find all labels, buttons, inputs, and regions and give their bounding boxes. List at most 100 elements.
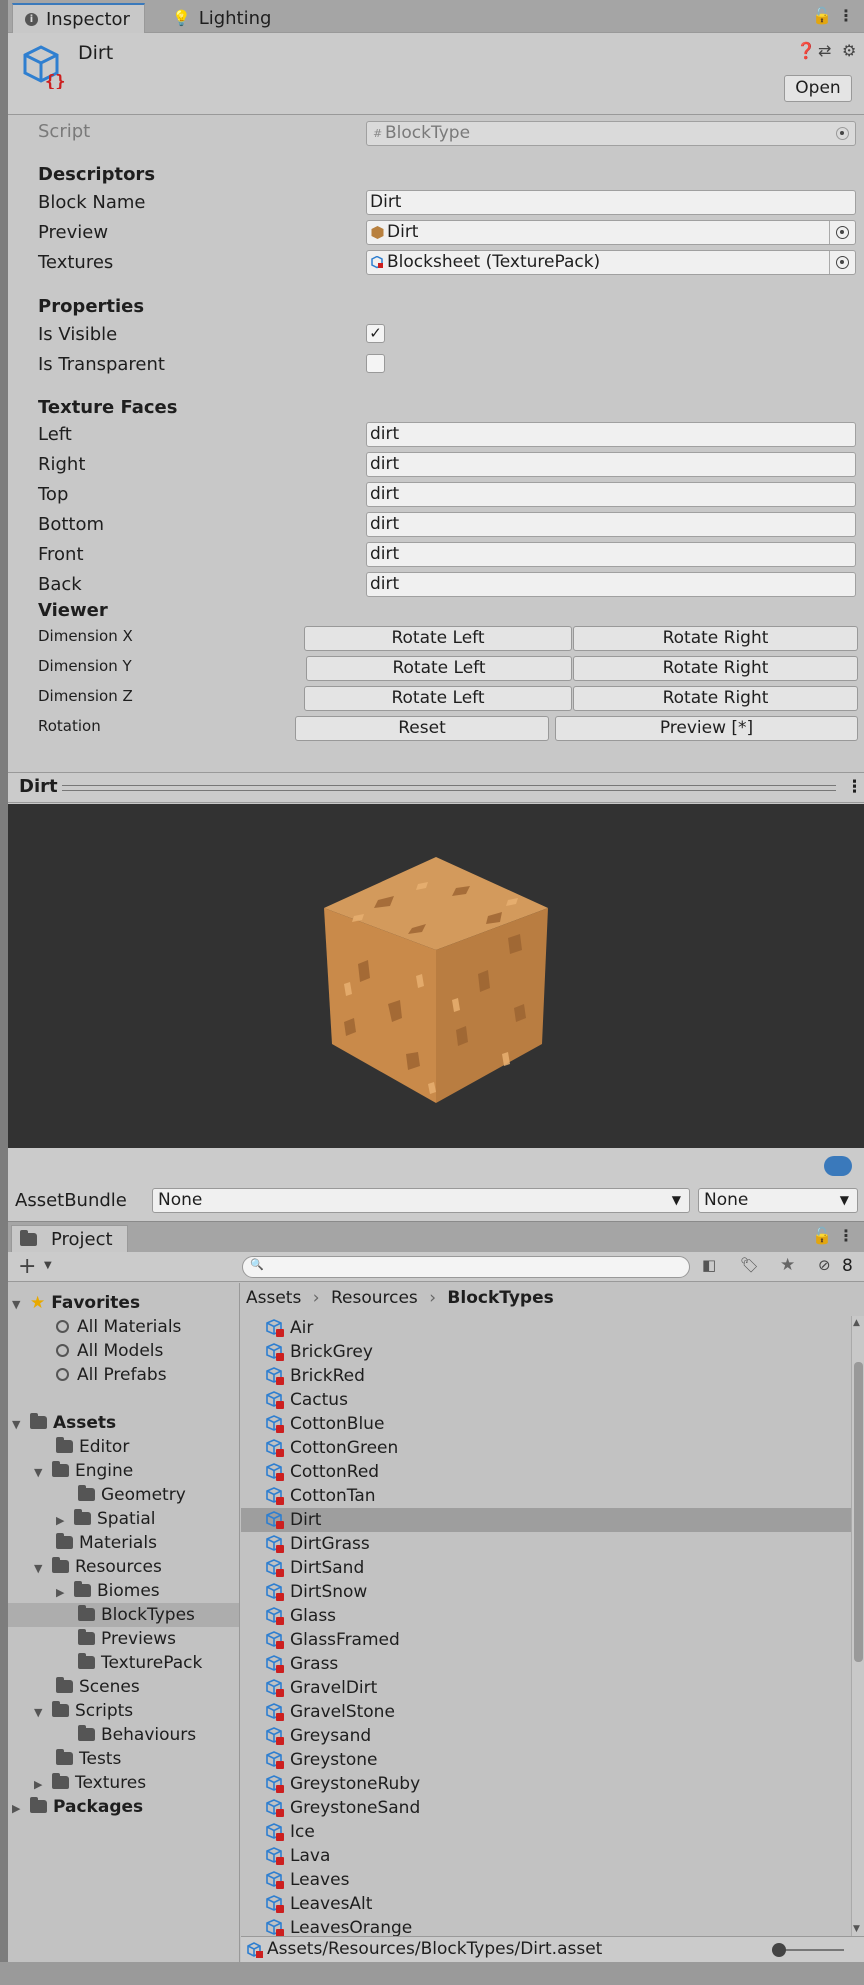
help-icon[interactable]: ❓: [796, 41, 816, 60]
is-transparent-checkbox[interactable]: [366, 354, 385, 373]
preview-header[interactable]: Dirt ⋮: [8, 772, 864, 803]
face-top-field[interactable]: dirt: [366, 482, 856, 507]
asset-list-item[interactable]: CottonRed: [241, 1460, 851, 1484]
asset-list-item[interactable]: Glass: [241, 1604, 851, 1628]
reset-button[interactable]: Reset: [295, 716, 549, 741]
chevron-down-icon[interactable]: ▼: [12, 1413, 26, 1437]
preview-refresh-button[interactable]: Preview [*]: [555, 716, 858, 741]
more-menu-icon[interactable]: ⋮: [838, 6, 854, 25]
face-right-field[interactable]: dirt: [366, 452, 856, 477]
tree-item-texturepack[interactable]: TexturePack: [8, 1651, 239, 1675]
chevron-right-icon[interactable]: ▶: [56, 1509, 70, 1533]
asset-list-item[interactable]: GravelDirt: [241, 1676, 851, 1700]
scroll-up-icon[interactable]: ▲: [853, 1318, 860, 1328]
open-button[interactable]: Open: [784, 75, 852, 102]
tree-item-all-materials[interactable]: All Materials: [8, 1315, 239, 1339]
tree-item-biomes[interactable]: ▶ Biomes: [8, 1579, 239, 1603]
asset-list-item[interactable]: GlassFramed: [241, 1628, 851, 1652]
dimension-z-rotate-left-button[interactable]: Rotate Left: [304, 686, 572, 711]
asset-list-item[interactable]: GravelStone: [241, 1700, 851, 1724]
asset-list-item[interactable]: CottonBlue: [241, 1412, 851, 1436]
dimension-x-rotate-left-button[interactable]: Rotate Left: [304, 626, 572, 651]
scrollbar-thumb[interactable]: [854, 1362, 863, 1662]
asset-list-item[interactable]: DirtGrass: [241, 1532, 851, 1556]
asset-list-item[interactable]: CottonTan: [241, 1484, 851, 1508]
tree-item-scripts[interactable]: ▼ Scripts: [8, 1699, 239, 1725]
script-field[interactable]: # BlockType: [366, 121, 856, 146]
tree-item-favorites[interactable]: ▼ ★ Favorites: [8, 1291, 239, 1317]
search-by-label-icon[interactable]: 🏷: [740, 1256, 759, 1274]
preview-menu-icon[interactable]: ⋮: [846, 777, 863, 797]
asset-list-item[interactable]: DirtSand: [241, 1556, 851, 1580]
asset-list-item[interactable]: Ice: [241, 1820, 851, 1844]
icon-size-slider-knob[interactable]: [772, 1943, 786, 1957]
asset-list-item[interactable]: Dirt: [241, 1508, 851, 1532]
chevron-down-icon[interactable]: ▼: [12, 1293, 26, 1317]
chevron-down-icon[interactable]: ▼: [44, 1260, 52, 1271]
assetbundle-variant-dropdown[interactable]: None ▼: [698, 1188, 858, 1213]
tree-item-engine[interactable]: ▼ Engine: [8, 1459, 239, 1485]
asset-list-item[interactable]: Grass: [241, 1652, 851, 1676]
tab-inspector[interactable]: i Inspector: [12, 3, 145, 33]
preset-icon[interactable]: ⇄: [818, 41, 831, 60]
face-left-field[interactable]: dirt: [366, 422, 856, 447]
block-preview-viewport[interactable]: [8, 804, 864, 1148]
asset-list-item[interactable]: DirtSnow: [241, 1580, 851, 1604]
asset-list-item[interactable]: BrickGrey: [241, 1340, 851, 1364]
tree-item-previews[interactable]: Previews: [8, 1627, 239, 1651]
asset-list-item[interactable]: Leaves: [241, 1868, 851, 1892]
preview-picker-icon[interactable]: [829, 221, 855, 244]
scroll-down-icon[interactable]: ▼: [853, 1924, 860, 1934]
asset-list-item[interactable]: GreystoneRuby: [241, 1772, 851, 1796]
tree-item-resources[interactable]: ▼ Resources: [8, 1555, 239, 1581]
dimension-y-rotate-right-button[interactable]: Rotate Right: [573, 656, 858, 681]
asset-list-item[interactable]: BrickRed: [241, 1364, 851, 1388]
tree-item-blocktypes[interactable]: BlockTypes: [8, 1603, 239, 1627]
face-bottom-field[interactable]: dirt: [366, 512, 856, 537]
block-name-field[interactable]: Dirt: [366, 190, 856, 215]
chevron-right-icon[interactable]: ▶: [12, 1797, 26, 1821]
textures-field[interactable]: Blocksheet (TexturePack): [366, 250, 856, 275]
lock-icon[interactable]: 🔓: [812, 6, 832, 25]
chevron-right-icon[interactable]: ▶: [34, 1773, 48, 1797]
tree-item-behaviours[interactable]: Behaviours: [8, 1723, 239, 1747]
asset-list-item[interactable]: Cactus: [241, 1388, 851, 1412]
asset-list-scrollbar[interactable]: ▲ ▼: [851, 1316, 864, 1936]
chevron-down-icon[interactable]: ▼: [34, 1557, 48, 1581]
lock-icon[interactable]: 🔓: [812, 1226, 832, 1245]
asset-list-item[interactable]: LeavesOrange: [241, 1916, 851, 1936]
chevron-down-icon[interactable]: ▼: [34, 1461, 48, 1485]
tree-item-all-models[interactable]: All Models: [8, 1339, 239, 1363]
breadcrumb-blocktypes[interactable]: BlockTypes: [447, 1288, 553, 1308]
tree-item-assets[interactable]: ▼ Assets: [8, 1411, 239, 1437]
breadcrumb-assets[interactable]: Assets: [246, 1288, 301, 1308]
asset-list-item[interactable]: Greystone: [241, 1748, 851, 1772]
assetbundle-name-dropdown[interactable]: None ▼: [152, 1188, 690, 1213]
dimension-x-rotate-right-button[interactable]: Rotate Right: [573, 626, 858, 651]
tree-item-materials[interactable]: Materials: [8, 1531, 239, 1555]
tree-item-geometry[interactable]: Geometry: [8, 1483, 239, 1507]
asset-list-item[interactable]: CottonGreen: [241, 1436, 851, 1460]
asset-list-item[interactable]: LeavesAlt: [241, 1892, 851, 1916]
asset-list-item[interactable]: GreystoneSand: [241, 1796, 851, 1820]
tab-project[interactable]: Project: [11, 1225, 128, 1252]
search-by-type-icon[interactable]: ◧: [702, 1256, 716, 1274]
tree-item-packages[interactable]: ▶ Packages: [8, 1795, 239, 1821]
tree-item-textures[interactable]: ▶ Textures: [8, 1771, 239, 1797]
tree-item-tests[interactable]: Tests: [8, 1747, 239, 1771]
face-front-field[interactable]: dirt: [366, 542, 856, 567]
search-input[interactable]: 🔍: [242, 1256, 690, 1278]
tree-item-spatial[interactable]: ▶ Spatial: [8, 1507, 239, 1533]
asset-list-item[interactable]: Greysand: [241, 1724, 851, 1748]
chevron-down-icon[interactable]: ▼: [34, 1701, 48, 1725]
asset-list-item[interactable]: Air: [241, 1316, 851, 1340]
face-back-field[interactable]: dirt: [366, 572, 856, 597]
asset-list-item[interactable]: Lava: [241, 1844, 851, 1868]
favorite-star-icon[interactable]: ★: [780, 1255, 795, 1275]
textures-picker-icon[interactable]: [829, 251, 855, 274]
tab-lighting[interactable]: 💡 Lighting: [160, 3, 285, 33]
tree-item-all-prefabs[interactable]: All Prefabs: [8, 1363, 239, 1387]
hidden-packages-icon[interactable]: ⊘: [818, 1256, 831, 1274]
dimension-z-rotate-right-button[interactable]: Rotate Right: [573, 686, 858, 711]
tree-item-scenes[interactable]: Scenes: [8, 1675, 239, 1699]
